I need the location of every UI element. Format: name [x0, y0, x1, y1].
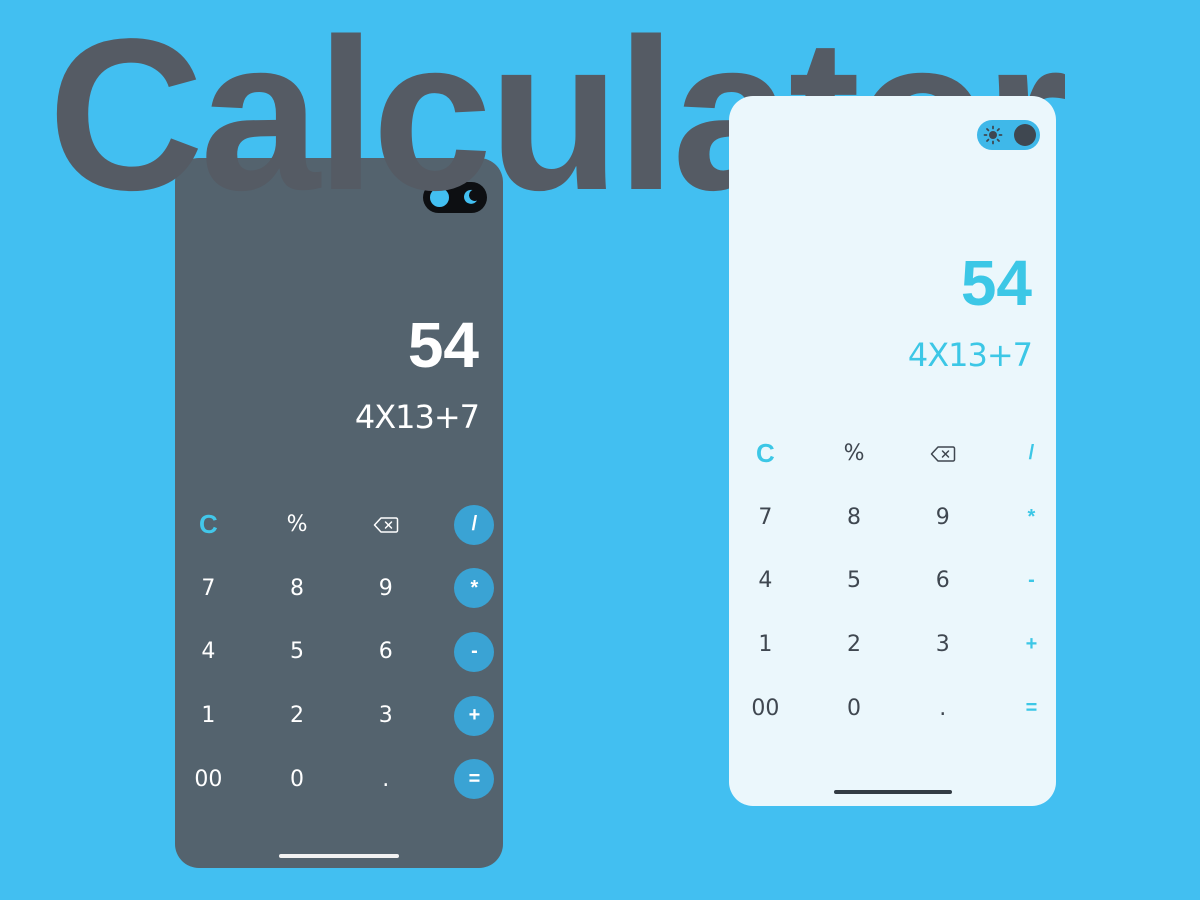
result-display: 54 [960, 247, 1032, 319]
key-label: . [939, 695, 947, 721]
key-label: - [454, 631, 495, 672]
home-indicator[interactable] [833, 790, 952, 794]
key-divide-button[interactable]: / [430, 493, 503, 557]
key-4-button[interactable]: 4 [729, 549, 810, 613]
key-plus-button[interactable]: + [430, 684, 503, 748]
key-label: 9 [935, 504, 950, 530]
key-3-button[interactable]: 3 [898, 613, 987, 677]
key-label: 3 [935, 632, 950, 658]
result-display: 54 [407, 309, 479, 381]
key-3-button[interactable]: 3 [341, 684, 430, 748]
key-equals-button[interactable]: = [430, 747, 503, 811]
backspace-icon [373, 517, 398, 533]
key-label: C [755, 438, 775, 469]
key-label: . [382, 766, 390, 792]
home-indicator[interactable] [279, 854, 399, 858]
key-label: 6 [935, 568, 950, 594]
key-5-button[interactable]: 5 [810, 549, 899, 613]
keypad: C%/7 8 9 * 4 5 6-1 2 3 +00 0. = [175, 493, 503, 811]
key-label: 3 [378, 703, 393, 729]
key-7-button[interactable]: 7 [729, 486, 810, 550]
backspace-button[interactable] [341, 493, 430, 557]
key-4-button[interactable]: 4 [175, 620, 253, 684]
key-label: 2 [290, 703, 305, 729]
key-7-button[interactable]: 7 [175, 557, 253, 621]
key-0-button[interactable]: 0 [253, 747, 342, 811]
key-00-button[interactable]: 00 [175, 747, 253, 811]
key-label: C [198, 509, 218, 540]
key-label: 5 [847, 568, 862, 594]
backspace-button[interactable] [898, 422, 987, 486]
key-label: 9 [378, 575, 393, 601]
key-equals-button[interactable]: = [987, 676, 1056, 740]
key-label: 5 [290, 639, 305, 665]
key-label: 8 [290, 575, 305, 601]
key-label: - [1028, 569, 1035, 592]
expression-display: 4X13+7 [354, 398, 480, 436]
dark-calculator-phone: 54 4X13+7 C%/7 8 9 * 4 5 6-1 2 3 +00 0. = [175, 158, 503, 868]
light-calculator-phone: 54 4X13+7 C%/7 8 9 * 4 5 6-1 2 3 +00 0. = [729, 96, 1056, 806]
key-label: 0 [290, 766, 305, 792]
key-6-button[interactable]: 6 [898, 549, 987, 613]
key-label: 4 [201, 639, 216, 665]
key-0-button[interactable]: 0 [810, 676, 899, 740]
key-plus-button[interactable]: + [987, 613, 1056, 677]
key-9-button[interactable]: 9 [341, 557, 430, 621]
key-minus-button[interactable]: - [430, 620, 503, 684]
theme-toggle[interactable] [423, 182, 487, 213]
key-9-button[interactable]: 9 [898, 486, 987, 550]
key-label: / [1028, 442, 1035, 465]
key-label: 1 [201, 703, 216, 729]
key-divide-button[interactable]: / [987, 422, 1056, 486]
key-label: * [454, 568, 495, 609]
key-label: % [286, 512, 308, 538]
key-label: 8 [847, 504, 862, 530]
key-label: % [843, 441, 865, 467]
key-label: * [1027, 505, 1036, 528]
toggle-knob [1014, 124, 1036, 146]
toggle-knob [428, 186, 451, 209]
key-label: 0 [847, 695, 862, 721]
key-label: 6 [378, 639, 393, 665]
key-label: 00 [194, 766, 223, 792]
key-multiply-button[interactable]: * [987, 486, 1056, 550]
key-label: 1 [758, 632, 773, 658]
key-1-button[interactable]: 1 [175, 684, 253, 748]
key-label: 7 [758, 504, 773, 530]
key-8-button[interactable]: 8 [810, 486, 899, 550]
key-label: 2 [847, 632, 862, 658]
key-decimal-button[interactable]: . [341, 747, 430, 811]
theme-toggle[interactable] [977, 120, 1040, 150]
key-label: 00 [751, 695, 780, 721]
key-minus-button[interactable]: - [987, 549, 1056, 613]
key-1-button[interactable]: 1 [729, 613, 810, 677]
key-clear-button[interactable]: C [175, 493, 253, 557]
key-label: 7 [201, 575, 216, 601]
keypad: C%/7 8 9 * 4 5 6-1 2 3 +00 0. = [729, 422, 1056, 740]
key-multiply-button[interactable]: * [430, 557, 503, 621]
expression-display: 4X13+7 [907, 336, 1033, 374]
key-8-button[interactable]: 8 [253, 557, 342, 621]
key-6-button[interactable]: 6 [341, 620, 430, 684]
key-clear-button[interactable]: C [729, 422, 810, 486]
sun-icon [983, 125, 1003, 145]
key-label: 4 [758, 568, 773, 594]
key-5-button[interactable]: 5 [253, 620, 342, 684]
key-00-button[interactable]: 00 [729, 676, 810, 740]
key-2-button[interactable]: 2 [810, 613, 899, 677]
key-percent-button[interactable]: % [810, 422, 899, 486]
backspace-icon [930, 446, 955, 462]
key-label: = [454, 759, 495, 800]
key-label: = [1025, 696, 1038, 719]
key-label: / [454, 504, 495, 545]
key-label: + [454, 695, 495, 736]
key-label: + [1025, 633, 1038, 656]
key-percent-button[interactable]: % [253, 493, 342, 557]
key-decimal-button[interactable]: . [898, 676, 987, 740]
moon-icon [464, 189, 477, 204]
key-2-button[interactable]: 2 [253, 684, 342, 748]
